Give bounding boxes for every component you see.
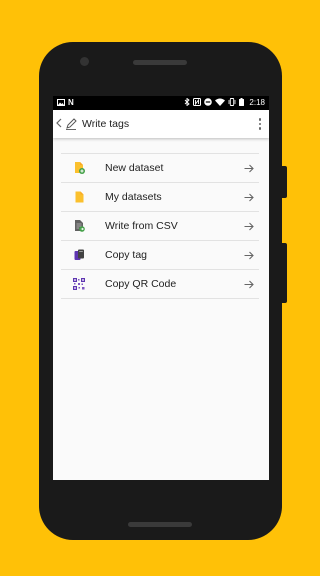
file-icon bbox=[61, 191, 97, 203]
menu-item-copy-qr-code[interactable]: Copy QR Code bbox=[61, 270, 259, 299]
qr-code-icon bbox=[61, 278, 97, 290]
menu-item-label: My datasets bbox=[105, 191, 162, 203]
arrow-right-icon bbox=[239, 193, 259, 202]
page-title: Write tags bbox=[82, 118, 130, 130]
menu-item-label: Copy QR Code bbox=[105, 278, 177, 290]
more-options-icon[interactable] bbox=[251, 118, 269, 130]
phone-screen: N 2:18 Write tags New dataset My dataset… bbox=[53, 96, 269, 480]
earpiece-speaker bbox=[133, 60, 187, 65]
volume-button bbox=[282, 243, 287, 303]
pen-icon bbox=[64, 118, 78, 130]
file-add-icon bbox=[61, 162, 97, 174]
bluetooth-icon bbox=[184, 97, 191, 108]
dnd-icon bbox=[204, 98, 213, 108]
arrow-right-icon bbox=[239, 164, 259, 173]
arrow-right-icon bbox=[239, 251, 259, 260]
menu-list: New dataset My datasets Write from CSV C… bbox=[61, 153, 259, 299]
menu-item-write-from-csv[interactable]: Write from CSV bbox=[61, 212, 259, 241]
app-bar: Write tags bbox=[53, 110, 269, 138]
menu-item-my-datasets[interactable]: My datasets bbox=[61, 183, 259, 212]
menu-item-label: Copy tag bbox=[105, 249, 148, 261]
arrow-right-icon bbox=[239, 280, 259, 289]
menu-item-new-dataset[interactable]: New dataset bbox=[61, 154, 259, 183]
back-chevron-icon[interactable] bbox=[54, 117, 64, 131]
nfc-icon bbox=[193, 98, 202, 108]
n-logo-icon: N bbox=[68, 98, 74, 107]
power-button bbox=[282, 166, 287, 198]
copy-tag-icon bbox=[61, 249, 97, 261]
bottom-speaker bbox=[128, 522, 192, 527]
csv-file-icon bbox=[61, 220, 97, 232]
image-icon bbox=[57, 98, 65, 108]
status-bar: N 2:18 bbox=[53, 96, 269, 110]
arrow-right-icon bbox=[239, 222, 259, 231]
menu-item-label: Write from CSV bbox=[105, 220, 178, 232]
menu-item-copy-tag[interactable]: Copy tag bbox=[61, 241, 259, 270]
wifi-icon bbox=[215, 98, 226, 108]
menu-item-label: New dataset bbox=[105, 162, 164, 174]
vibrate-icon bbox=[228, 98, 236, 108]
clock-time: 2:18 bbox=[249, 98, 265, 107]
front-camera bbox=[80, 57, 89, 66]
battery-icon bbox=[239, 98, 245, 108]
